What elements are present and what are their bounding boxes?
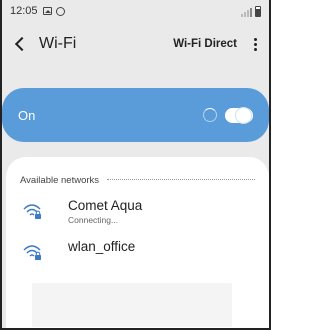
signal-icon: [241, 8, 252, 17]
status-bar: 12:05: [2, 0, 269, 22]
wifi-master-toggle[interactable]: On: [2, 88, 269, 142]
network-text: Comet Aqua Connecting...: [68, 198, 142, 225]
whatsapp-icon: [55, 6, 65, 16]
battery-icon: [255, 6, 261, 17]
wifi-direct-button[interactable]: Wi-Fi Direct: [173, 38, 237, 50]
phone-screen: 12:05 Wi-Fi Wi-Fi Direct On Available ne…: [0, 0, 271, 330]
wifi-switch[interactable]: [225, 106, 253, 124]
gallery-icon: [42, 7, 52, 15]
network-item-comet-aqua[interactable]: Comet Aqua Connecting...: [6, 198, 269, 225]
switch-knob: [235, 106, 252, 124]
blank-placeholder: [32, 283, 232, 327]
wifi-locked-icon: [23, 245, 41, 260]
section-divider: [107, 179, 255, 180]
page-title: Wi-Fi: [39, 35, 77, 52]
section-title: Available networks: [20, 175, 100, 186]
status-time: 12:05: [10, 5, 38, 17]
chevron-left-icon[interactable]: [14, 36, 30, 52]
more-vertical-icon[interactable]: [251, 37, 259, 51]
wifi-locked-icon: [23, 204, 41, 219]
scanning-spinner-icon: [203, 108, 217, 122]
network-item-wlan-office[interactable]: wlan_office: [6, 239, 269, 261]
network-text: wlan_office: [68, 239, 135, 254]
toggle-label: On: [18, 107, 36, 123]
network-name: wlan_office: [68, 239, 136, 254]
status-right: [241, 5, 261, 17]
networks-card: Available networks Comet Aqua Connecting…: [6, 157, 269, 328]
network-name: Comet Aqua: [68, 198, 143, 213]
app-header: Wi-Fi Wi-Fi Direct: [2, 22, 269, 66]
network-status: Connecting...: [68, 215, 119, 225]
section-header: Available networks: [6, 157, 269, 186]
